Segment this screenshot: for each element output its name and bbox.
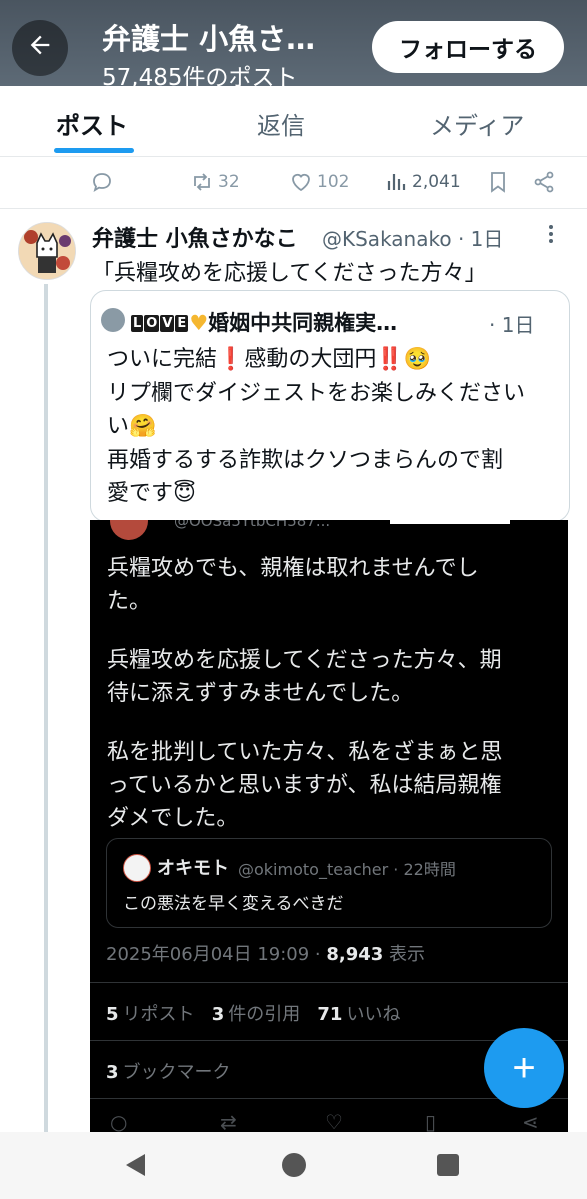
post-count: 57,485件のポスト xyxy=(102,65,298,86)
quoted-line: 愛です😇 xyxy=(107,481,196,506)
inner-quote-text: この悪法を早く変えるべきだ xyxy=(123,894,344,914)
more-options-button[interactable] xyxy=(548,224,554,250)
screenshot-line: 兵糧攻めを応援してくださった方々、期 xyxy=(107,648,502,673)
like-count: 102 xyxy=(317,172,350,192)
system-nav-bar xyxy=(0,1132,587,1199)
vertical-dots-icon xyxy=(549,225,553,243)
screenshot-paragraph: 兵糧攻めを応援してくださった方々、期 待に添えずすみませんでした。 xyxy=(107,644,562,710)
quoted-text: ついに完結❗感動の大団円‼️🥹 リプ欄でダイジェストをお楽しみください い🤗 再… xyxy=(107,343,567,511)
screenshot-line: 待に添えずすみませんでした。 xyxy=(107,681,414,706)
screenshot-quotes-count: 3 xyxy=(211,1004,225,1025)
inner-quote-avatar xyxy=(123,854,151,882)
reply-icon xyxy=(93,173,111,192)
quoted-line: い🤗 xyxy=(107,414,157,439)
profile-tabs: ポスト 返信 メディア xyxy=(0,86,587,157)
screenshot-views-count: 8,943 xyxy=(326,944,384,965)
screenshot-quotes-label: 件の引用 xyxy=(228,1004,301,1025)
follow-button[interactable]: フォローする xyxy=(372,21,564,73)
thread-line xyxy=(44,284,48,1134)
quoted-author-name: L O V E ♥婚姻中共同親権実… xyxy=(131,307,397,337)
reply-icon: ○ xyxy=(110,1110,128,1132)
quoted-line: 再婚するする詐欺はクソつまらんので割 xyxy=(107,447,504,473)
heart-icon: ♡ xyxy=(325,1110,343,1132)
arrow-left-icon xyxy=(26,31,54,65)
bar-chart-icon xyxy=(387,174,406,190)
screenshot-reposts-label: リポスト xyxy=(122,1004,195,1025)
profile-header: 弁護士 小魚さ… 57,485件のポスト フォローする xyxy=(0,0,587,86)
screenshot-line: 兵糧攻めでも、親権は取れませんでし xyxy=(107,556,479,581)
tab-media[interactable]: メディア xyxy=(430,106,524,141)
view-count: 2,041 xyxy=(412,172,461,192)
repost-icon xyxy=(194,173,210,191)
quoted-line: ついに完結❗感動の大団円‼️🥹 xyxy=(107,347,432,372)
heart-icon xyxy=(292,173,310,192)
screenshot-bookmarks-label: ブックマーク xyxy=(122,1062,231,1083)
cat-avatar-icon xyxy=(19,223,75,279)
active-tab-indicator xyxy=(54,148,134,153)
bookmark-icon: ▯ xyxy=(425,1110,437,1132)
quoted-time: · 1日 xyxy=(489,313,535,337)
reply-button[interactable] xyxy=(90,170,114,194)
quoted-tweet[interactable]: L O V E ♥婚姻中共同親権実… · 1日 ついに完結❗感動の大団円‼️🥹 リプ欄で… xyxy=(90,290,570,522)
love-letter: E xyxy=(175,315,189,332)
author-name[interactable]: 弁護士 小魚さかなこ xyxy=(92,221,298,253)
back-button[interactable] xyxy=(12,20,68,76)
bookmark-icon xyxy=(491,172,505,193)
plus-icon: + xyxy=(512,1045,536,1090)
like-button[interactable]: 102 xyxy=(289,170,349,194)
love-letter: O xyxy=(144,315,160,332)
screenshot-divider xyxy=(390,520,510,524)
repost-icon: ⇄ xyxy=(220,1110,237,1132)
avatar[interactable] xyxy=(18,222,76,280)
previous-tweet-actions: 32 102 2,041 xyxy=(0,156,587,209)
screenshot-line: た。 xyxy=(107,589,152,614)
screenshot-handle: @OOSa5YtbCH587... xyxy=(174,520,331,530)
tab-replies[interactable]: 返信 xyxy=(257,106,305,141)
inner-quote-handle: @okimoto_teacher · 22時間 xyxy=(238,860,456,879)
quoted-line: リプ欄でダイジェストをお楽しみください xyxy=(107,380,526,406)
screenshot-timestamp: 2025年06月04日 19:09 · xyxy=(106,944,327,965)
screenshot-reposts-count: 5 xyxy=(106,1004,119,1025)
screenshot-line: 私を批判していた方々、私をざまぁと思 xyxy=(107,740,503,765)
share-button[interactable] xyxy=(532,170,556,194)
screenshot-meta: 2025年06月04日 19:09 · 8,943 表示 xyxy=(106,940,425,966)
screenshot-likes-count: 71 xyxy=(317,1004,343,1025)
repost-button[interactable]: 32 xyxy=(190,170,240,194)
screenshot-bookmarks-count: 3 xyxy=(106,1062,119,1083)
love-letter: L xyxy=(131,315,144,332)
screenshot-action-icons: ○ ⇄ ♡ ▯ ⋖ xyxy=(110,1110,550,1132)
screenshot-avatar xyxy=(110,520,148,540)
author-handle[interactable]: @KSakanako · 1日 xyxy=(322,223,503,252)
tab-posts[interactable]: ポスト xyxy=(56,106,128,141)
views-button[interactable]: 2,041 xyxy=(384,170,461,194)
share-icon xyxy=(534,171,554,193)
quoted-avatar xyxy=(101,308,125,332)
compose-button[interactable]: + xyxy=(484,1028,564,1108)
quoted-name-rest: 婚姻中共同親権実… xyxy=(208,311,398,335)
screenshot-likes-label: いいね xyxy=(346,1004,401,1025)
nav-home-icon[interactable] xyxy=(282,1153,306,1177)
screenshot-paragraph: 兵糧攻めでも、親権は取れませんでし た。 xyxy=(107,552,562,618)
divider xyxy=(90,982,568,983)
share-icon: ⋖ xyxy=(522,1110,539,1132)
repost-count: 32 xyxy=(218,172,240,192)
nav-back-icon[interactable] xyxy=(126,1154,145,1176)
screenshot-line: っているかと思いますが、私は結局親権 xyxy=(107,773,502,798)
inner-quote-name: オキモト xyxy=(157,858,229,879)
screenshot-stats: 5 リポスト 3 件の引用 71 いいね xyxy=(106,1000,400,1026)
screenshot-paragraph: 私を批判していた方々、私をざまぁと思 っているかと思いますが、私は結局親権 ダメ… xyxy=(107,736,562,835)
screenshot-inner-quote: オキモト @okimoto_teacher · 22時間 この悪法を早く変えるべ… xyxy=(106,838,552,928)
bookmark-button[interactable] xyxy=(486,170,510,194)
love-letter: V xyxy=(160,315,175,332)
nav-recents-icon[interactable] xyxy=(437,1154,459,1176)
tweet-text: 「兵糧攻めを応援してくださった方々」 xyxy=(92,261,487,286)
header-title: 弁護士 小魚さ… xyxy=(102,22,316,56)
screenshot-views-label: 表示 xyxy=(383,944,426,965)
heart-hands-icon: ♥ xyxy=(189,311,209,335)
screenshot-line: ダメでした。 xyxy=(107,806,239,831)
screenshot-bookmarks: 3 ブックマーク xyxy=(106,1058,231,1084)
divider xyxy=(90,1098,568,1099)
